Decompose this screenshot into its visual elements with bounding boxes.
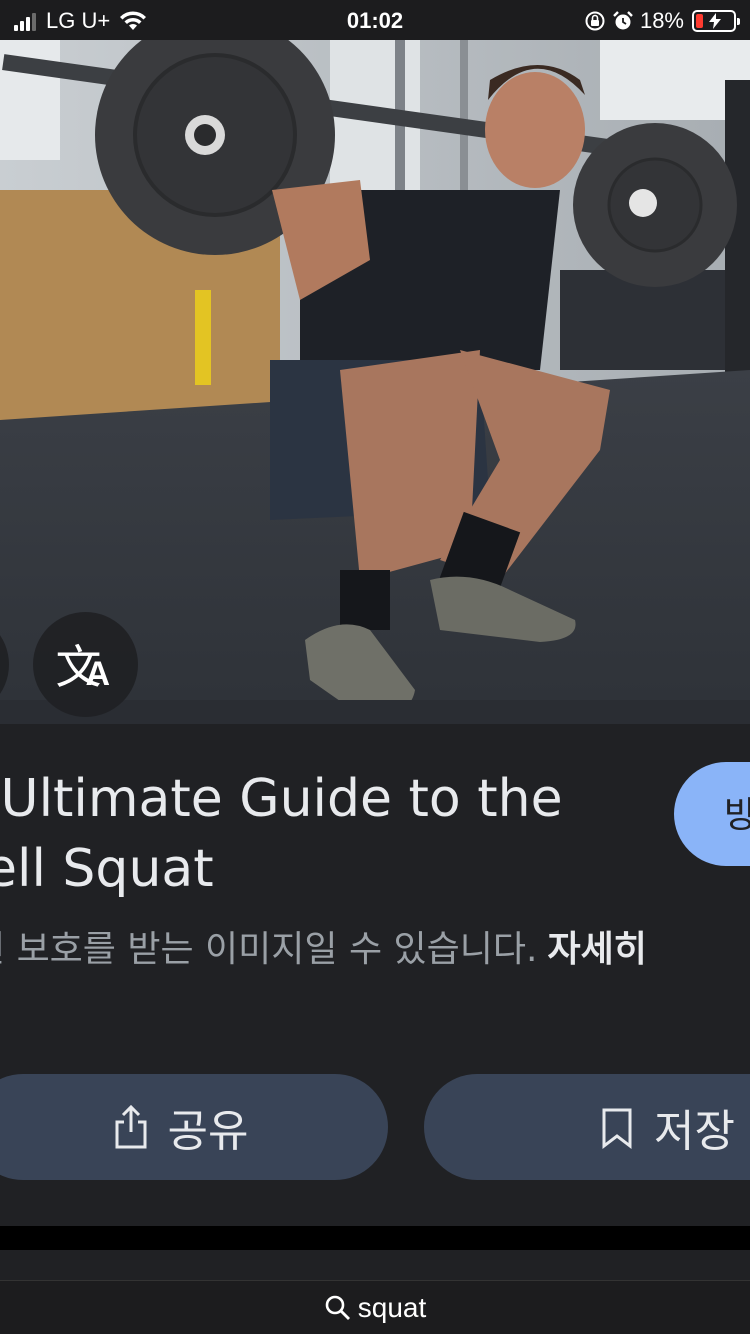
save-button-label: 저장 (654, 1106, 735, 1157)
visit-button[interactable]: 방 (674, 762, 750, 866)
search-query-text: squat (357, 1291, 427, 1323)
orientation-lock-icon (585, 11, 605, 31)
battery-percentage: 18% (639, 8, 684, 33)
bookmark-icon (602, 1108, 632, 1150)
share-button-label: 공유 (167, 1106, 249, 1157)
learn-more-link[interactable]: 자세히 (547, 929, 646, 970)
visit-button-label: 방 (724, 794, 750, 835)
search-icon (325, 1295, 350, 1320)
result-title[interactable]: e Ultimate Guide to the bell Squat (0, 764, 632, 904)
share-icon (115, 1104, 147, 1149)
save-button[interactable]: 저장 (424, 1074, 750, 1180)
status-bar: LG U+ 01:02 18% (0, 0, 750, 40)
search-query-bar[interactable]: squat (0, 1280, 750, 1334)
copyright-notice-text: 권 보호를 받는 이미지일 수 있습니다. (0, 929, 538, 970)
status-right: 18% (584, 8, 740, 34)
battery-icon (692, 10, 740, 32)
result-image[interactable]: 文 A (0, 40, 750, 724)
translate-icon: 文 A (55, 639, 111, 694)
copyright-notice: 권 보호를 받는 이미지일 수 있습니다. 자세히 (0, 920, 750, 972)
charging-bolt-icon (709, 13, 721, 29)
share-button[interactable]: 공유 (0, 1074, 388, 1180)
divider-band (0, 1226, 750, 1250)
alarm-clock-icon (613, 11, 633, 30)
screen: LG U+ 01:02 18% 文 A Ultimate Guide to th… (0, 0, 750, 1334)
translate-button[interactable]: 文 A (33, 612, 138, 717)
